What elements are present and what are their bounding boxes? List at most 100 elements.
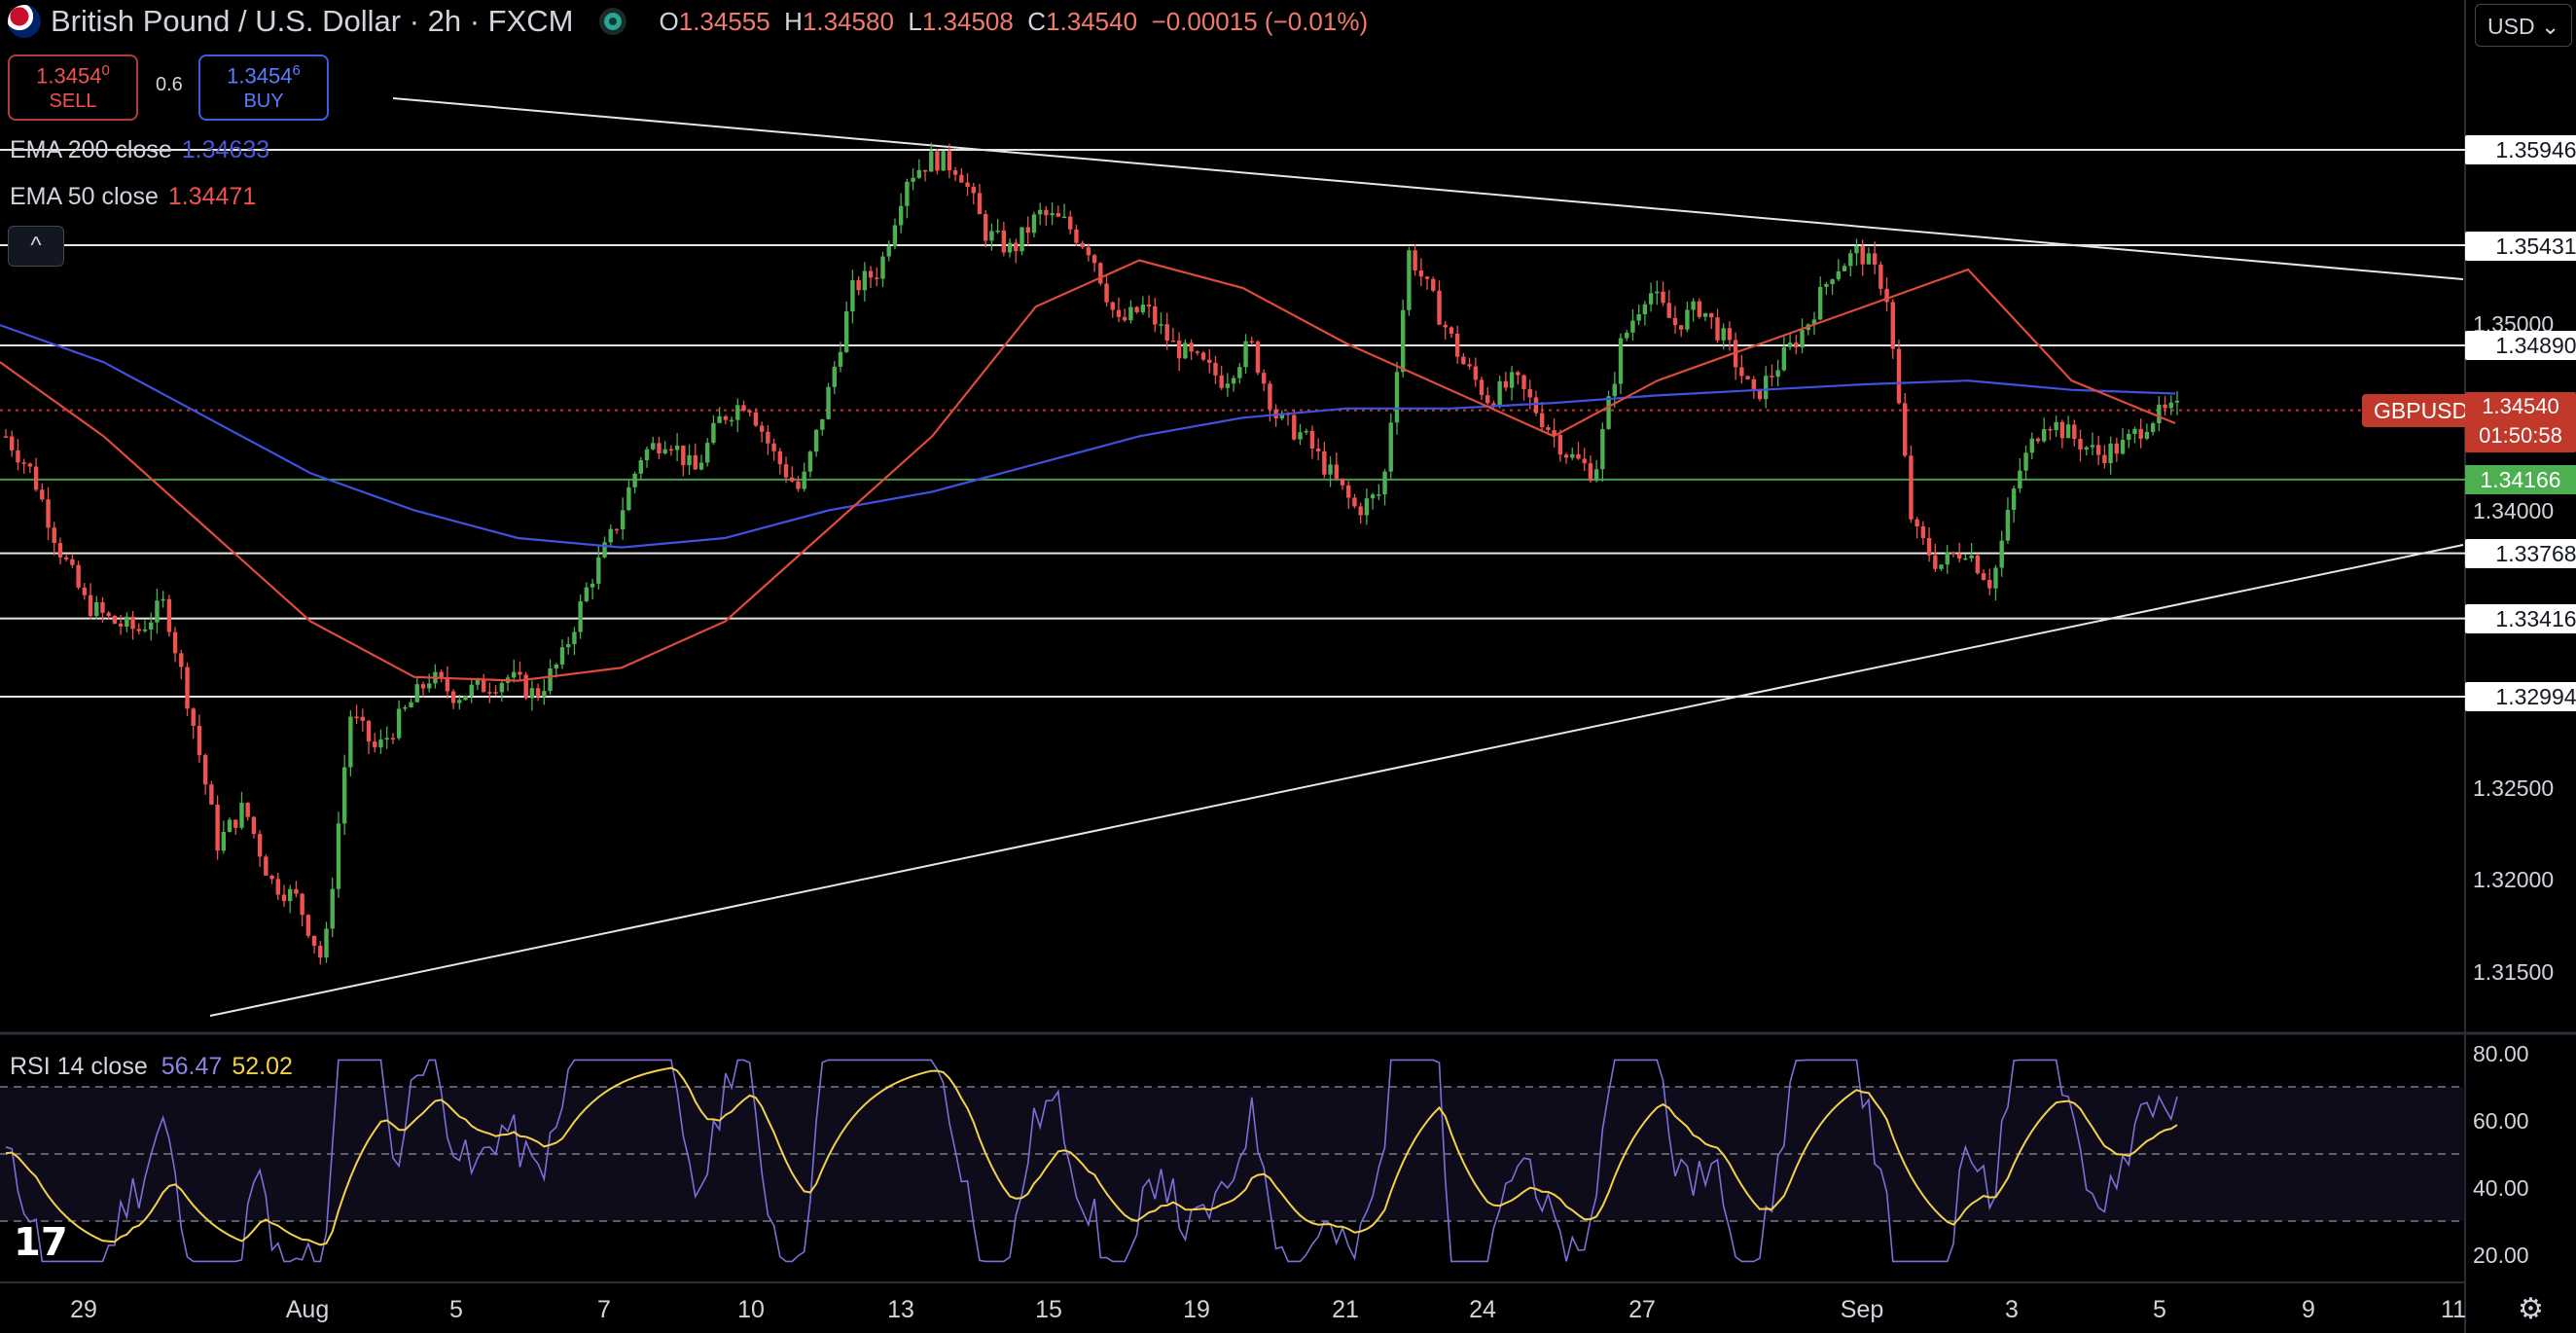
candle-body — [535, 688, 541, 698]
rsi-legend[interactable]: RSI 14 close 56.47 52.02 — [10, 1053, 293, 1081]
time-tick: Aug — [285, 1296, 330, 1323]
candle-body — [965, 182, 970, 187]
candle-body — [384, 738, 389, 740]
candle-body — [125, 616, 129, 627]
candle-body — [1890, 302, 1895, 349]
candle-body — [106, 612, 111, 616]
candle-body — [499, 682, 505, 693]
candle-body — [2174, 400, 2180, 403]
candle-body — [608, 528, 613, 543]
candle-body — [2029, 438, 2034, 453]
candle-body — [911, 177, 915, 182]
candle-body — [427, 683, 432, 689]
candle-body — [1636, 314, 1641, 321]
candle-body — [1298, 432, 1303, 440]
candle-body — [995, 230, 1000, 233]
price-tick: 1.32500 — [2473, 775, 2555, 801]
candle-body — [766, 431, 770, 444]
candle-body — [1219, 375, 1224, 388]
candle-body — [33, 466, 39, 490]
time-tick: 27 — [1628, 1296, 1656, 1323]
collapse-legend-button[interactable]: ^ — [8, 226, 64, 267]
tradingview-logo[interactable]: 𝟭𝟳 — [14, 1220, 68, 1265]
candle-body — [1050, 213, 1055, 216]
symbol-header[interactable]: British Pound / U.S. Dollar · 2h · FXCM … — [8, 4, 1368, 39]
currency-select[interactable]: USD ⌄ — [2475, 4, 2572, 47]
candle-body — [916, 169, 922, 178]
ohlc-readout: O1.34555 H1.34580 L1.34508 C1.34540 −0.0… — [659, 6, 1369, 36]
candle-body — [300, 893, 304, 916]
candle-body — [1546, 427, 1551, 431]
candle-body — [674, 445, 680, 450]
candle-body — [294, 888, 299, 894]
price-tick: 1.34000 — [2473, 498, 2555, 523]
candle-body — [1309, 430, 1315, 449]
candle-body — [1304, 430, 1308, 433]
candle-body — [1612, 383, 1617, 397]
time-tick: 7 — [597, 1296, 611, 1323]
candle-body — [1588, 463, 1593, 482]
symbol-title[interactable]: British Pound / U.S. Dollar · 2h · FXCM — [51, 4, 574, 39]
candle-body — [336, 823, 341, 889]
candle-body — [2042, 428, 2047, 442]
candle-body — [1909, 455, 1914, 520]
sell-button[interactable]: 1.34540 SELL — [8, 54, 138, 121]
candle-body — [947, 151, 952, 171]
candle-body — [202, 755, 208, 785]
candle-body — [1945, 552, 1950, 565]
candle-body — [481, 678, 486, 693]
candle-body — [512, 671, 517, 678]
time-tick: 21 — [1332, 1296, 1359, 1323]
candle-body — [1437, 290, 1442, 325]
candle-body — [941, 151, 946, 171]
candle-body — [1334, 464, 1339, 479]
green-level-label: 1.34166 — [2465, 465, 2576, 494]
candle-body — [596, 557, 601, 584]
candle-body — [118, 623, 124, 627]
candle-body — [1328, 464, 1333, 475]
time-tick: 19 — [1183, 1296, 1210, 1323]
candle-body — [149, 622, 154, 630]
candle-body — [1346, 485, 1351, 498]
chevron-down-icon: ⌄ — [2540, 14, 2560, 39]
candle-body — [1781, 346, 1787, 371]
change-value: −0.00015 (−0.01%) — [1151, 6, 1369, 36]
candle-body — [1570, 453, 1575, 458]
candle-body — [2095, 445, 2101, 455]
candle-body — [868, 270, 874, 278]
candle-body — [1860, 245, 1865, 265]
candle-body — [1413, 250, 1417, 271]
candle-body — [112, 615, 118, 624]
candle-body — [584, 587, 590, 601]
ema200-legend[interactable]: EMA 200 close 1.34633 — [10, 136, 269, 164]
candle-body — [1461, 356, 1466, 365]
candle-body — [1116, 309, 1122, 317]
candle-body — [94, 602, 99, 617]
candle-body — [1625, 332, 1629, 339]
candle-body — [880, 256, 885, 279]
time-tick: 10 — [737, 1296, 765, 1323]
candle-body — [2102, 454, 2107, 463]
candle-body — [892, 225, 898, 247]
candle-body — [572, 631, 577, 645]
candle-body — [717, 415, 722, 423]
candle-body — [1146, 305, 1152, 306]
candle-body — [2127, 433, 2131, 441]
candle-body — [614, 528, 620, 531]
candle-body — [759, 425, 765, 432]
candle-body — [698, 462, 704, 470]
candle-body — [409, 702, 413, 707]
gear-icon[interactable]: ⚙ — [2518, 1292, 2544, 1326]
candle-body — [668, 449, 674, 451]
ema50-legend[interactable]: EMA 50 close 1.34471 — [10, 183, 256, 211]
candle-body — [450, 691, 456, 703]
candle-body — [2011, 488, 2017, 511]
market-status-icon — [598, 8, 626, 35]
candle-body — [130, 616, 135, 630]
candle-body — [1539, 413, 1545, 428]
buy-button[interactable]: 1.34546 BUY — [198, 54, 329, 121]
candle-body — [1268, 383, 1272, 410]
candle-body — [46, 499, 51, 528]
candle-body — [1794, 342, 1799, 348]
price-chart[interactable] — [0, 0, 2576, 1333]
